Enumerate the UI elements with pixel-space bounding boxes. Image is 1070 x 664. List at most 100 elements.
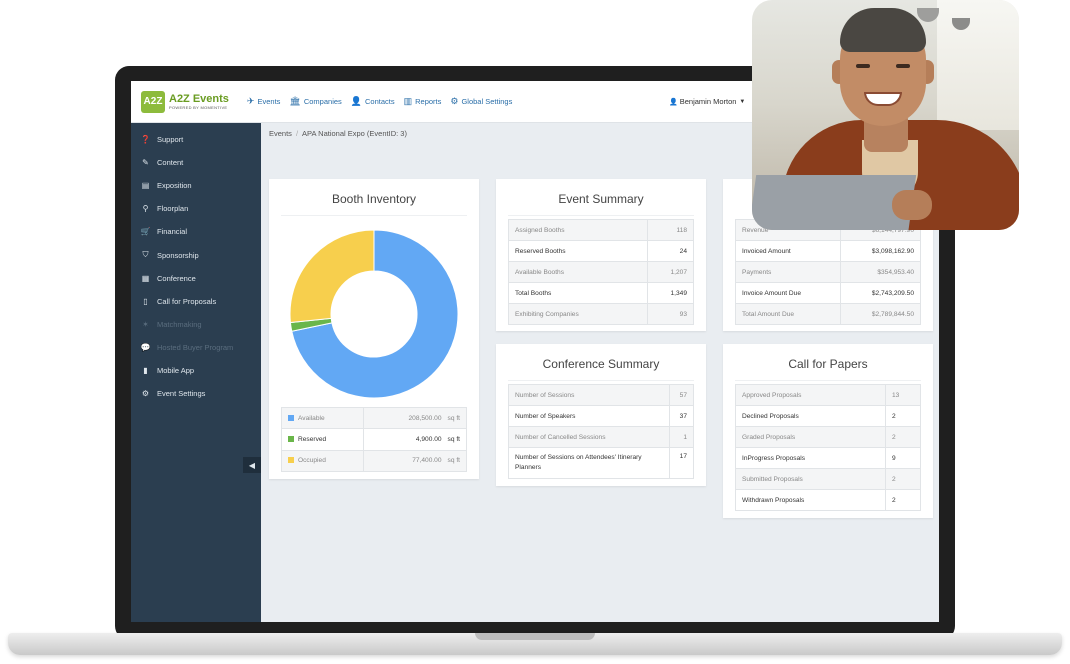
table-row: Reserved Booths 24 bbox=[508, 240, 694, 262]
sidebar-item-label: Support bbox=[157, 135, 184, 145]
row-label: Withdrawn Proposals bbox=[735, 489, 886, 511]
legend-unit: sq ft bbox=[447, 435, 460, 443]
user-menu[interactable]: 👤 Benjamin Morton ▼ bbox=[669, 97, 745, 106]
row-label: Number of Speakers bbox=[508, 405, 670, 427]
table-row: Number of Sessions on Attendees' Itinera… bbox=[508, 447, 694, 479]
breadcrumb-events-link[interactable]: Events bbox=[269, 129, 292, 138]
legend-value: 77,400.00 bbox=[412, 457, 442, 465]
app-logo[interactable]: A2Z A2Z Events POWERED BY MOMENTIVE bbox=[141, 90, 229, 113]
gears-icon: ⚙ bbox=[450, 96, 459, 106]
table-row: Number of Sessions 57 bbox=[508, 384, 694, 406]
calendar-icon: ▦ bbox=[141, 273, 150, 283]
sidebar-item-call-for-proposals[interactable]: ▯ Call for Proposals bbox=[131, 290, 261, 313]
row-label: Available Booths bbox=[508, 261, 648, 283]
legend-label-cell: Available bbox=[281, 406, 364, 430]
webcam-overlay bbox=[752, 0, 1019, 230]
row-value: 2 bbox=[885, 405, 921, 427]
booth-donut-chart bbox=[289, 229, 459, 399]
booth-legend-table: Available 208,500.00 sq ft Reserved 4,900… bbox=[281, 406, 468, 472]
table-row: Submitted Proposals 2 bbox=[735, 468, 921, 490]
nav-label: Reports bbox=[415, 97, 442, 106]
cart-icon: 🛒 bbox=[140, 227, 151, 237]
table-row: Approved Proposals 13 bbox=[735, 384, 921, 406]
table-row: Number of Speakers 37 bbox=[508, 405, 694, 427]
legend-label-cell: Occupied bbox=[281, 449, 364, 472]
nav-label: Global Settings bbox=[461, 97, 513, 106]
table-row: Number of Cancelled Sessions 1 bbox=[508, 426, 694, 448]
sidebar-item-exposition[interactable]: ▤ Exposition bbox=[131, 174, 261, 197]
legend-unit: sq ft bbox=[447, 457, 460, 465]
handshake-icon: ✶ bbox=[142, 319, 149, 329]
panel-title: Event Summary bbox=[558, 192, 644, 206]
row-value: 1,207 bbox=[647, 261, 694, 283]
sidebar-item-label: Hosted Buyer Program bbox=[157, 342, 234, 352]
table-row: Withdrawn Proposals 2 bbox=[735, 489, 921, 511]
sidebar-item-sponsorship[interactable]: ⛉ Sponsorship bbox=[131, 243, 261, 266]
briefcase-icon: ▤ bbox=[141, 181, 150, 191]
sidebar-item-label: Content bbox=[157, 158, 184, 168]
logo-badge: A2Z bbox=[141, 90, 165, 113]
row-label: Assigned Booths bbox=[508, 219, 648, 241]
row-value: 1 bbox=[669, 426, 694, 448]
row-value: 2 bbox=[885, 426, 921, 448]
sidebar-item-financial[interactable]: 🛒 Financial bbox=[131, 220, 261, 243]
row-value: 9 bbox=[885, 447, 921, 469]
cog-icon: ⚙ bbox=[141, 389, 150, 399]
legend-row: Available 208,500.00 sq ft bbox=[281, 406, 468, 430]
nav-companies[interactable]: 🏛 Companies bbox=[289, 96, 341, 107]
sidebar-item-hosted-buyer-program: 💬 Hosted Buyer Program bbox=[131, 336, 261, 359]
sidebar-item-conference[interactable]: ▦ Conference bbox=[131, 267, 261, 290]
nav-links: ✈ Events 🏛 Companies 👤 Contacts ▥ Reports ⚙ G… bbox=[247, 96, 521, 107]
sidebar-item-floorplan[interactable]: ⚲ Floorplan bbox=[131, 197, 261, 220]
person-hair bbox=[840, 8, 926, 52]
nav-global-settings[interactable]: ⚙ Global Settings bbox=[450, 96, 512, 107]
sidebar-item-label: Sponsorship bbox=[157, 250, 199, 260]
table-row: Invoice Amount Due $2,743,209.50 bbox=[735, 282, 921, 304]
row-value: 24 bbox=[647, 240, 694, 262]
legend-label: Available bbox=[298, 414, 325, 422]
user-name: Benjamin Morton bbox=[679, 97, 737, 106]
call-for-papers-panel: Call for Papers Approved Proposals 13 Dec… bbox=[723, 344, 933, 518]
sidebar-item-event-settings[interactable]: ⚙ Event Settings bbox=[131, 382, 261, 405]
sidebar-item-label: Conference bbox=[157, 273, 196, 283]
row-label: Graded Proposals bbox=[735, 426, 886, 448]
row-value: 1,349 bbox=[647, 282, 694, 304]
row-value: 57 bbox=[669, 384, 694, 406]
edit-icon: ✎ bbox=[142, 158, 149, 168]
table-row: Total Amount Due $2,789,844.50 bbox=[735, 303, 921, 325]
row-value: $2,743,209.50 bbox=[840, 282, 921, 304]
legend-row: Occupied 77,400.00 sq ft bbox=[281, 449, 468, 472]
row-label: Total Booths bbox=[508, 282, 648, 304]
row-value: 2 bbox=[885, 489, 921, 511]
nav-events[interactable]: ✈ Events bbox=[247, 96, 280, 107]
divider bbox=[281, 215, 467, 216]
legend-value-cell: 208,500.00 sq ft bbox=[362, 406, 468, 430]
sidebar: ❓ Support ✎ Content ▤ Exposition ⚲ Floorplan… bbox=[131, 123, 261, 622]
sidebar-item-matchmaking: ✶ Matchmaking bbox=[131, 313, 261, 336]
breadcrumb: Events / APA National Expo (EventID: 3) bbox=[269, 129, 407, 138]
sidebar-item-support[interactable]: ❓ Support bbox=[131, 128, 261, 151]
laptop-notch bbox=[475, 633, 595, 640]
map-marker-icon: ⚲ bbox=[142, 204, 149, 214]
table-row: Exhibiting Companies 93 bbox=[508, 303, 694, 325]
nav-contacts[interactable]: 👤 Contacts bbox=[351, 96, 395, 107]
building-icon: 🏛 bbox=[289, 96, 301, 106]
sidebar-item-label: Event Settings bbox=[157, 389, 206, 399]
row-value: 93 bbox=[647, 303, 694, 325]
divider bbox=[508, 380, 694, 381]
pendant-lamp bbox=[917, 8, 939, 22]
sidebar-item-content[interactable]: ✎ Content bbox=[131, 151, 261, 174]
nav-label: Contacts bbox=[365, 97, 395, 106]
stage: A2Z A2Z Events POWERED BY MOMENTIVE ✈ Eve… bbox=[0, 0, 1070, 664]
sidebar-item-mobile-app[interactable]: ▮ Mobile App bbox=[131, 359, 261, 382]
background-window bbox=[937, 0, 1019, 130]
breadcrumb-current: APA National Expo (EventID: 3) bbox=[302, 129, 407, 138]
sidebar-collapse-button[interactable]: ◀ bbox=[243, 457, 261, 473]
row-value: $2,789,844.50 bbox=[840, 303, 921, 325]
nav-reports[interactable]: ▥ Reports bbox=[404, 96, 442, 107]
donut-slice-occupied[interactable] bbox=[289, 229, 375, 324]
occupied-swatch bbox=[288, 457, 294, 464]
conference-summary-panel: Conference Summary Number of Sessions 57 … bbox=[496, 344, 706, 486]
row-value: 2 bbox=[885, 468, 921, 490]
legend-label: Occupied bbox=[298, 457, 326, 465]
